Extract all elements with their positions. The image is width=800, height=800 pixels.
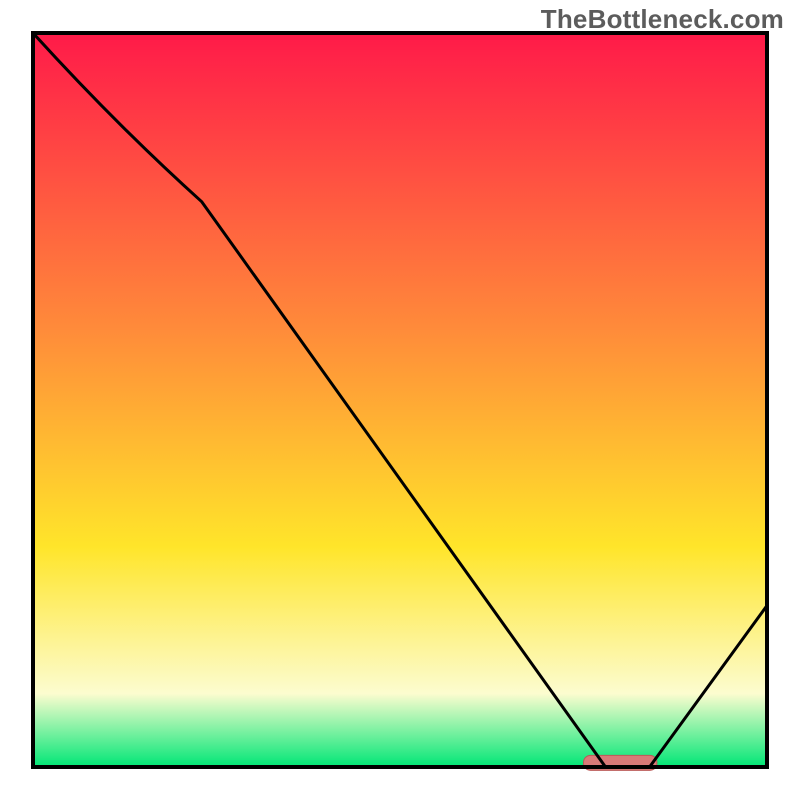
watermark-label: TheBottleneck.com <box>541 4 784 35</box>
chart-background <box>33 33 767 767</box>
chart-svg <box>0 0 800 800</box>
bottleneck-chart: TheBottleneck.com <box>0 0 800 800</box>
